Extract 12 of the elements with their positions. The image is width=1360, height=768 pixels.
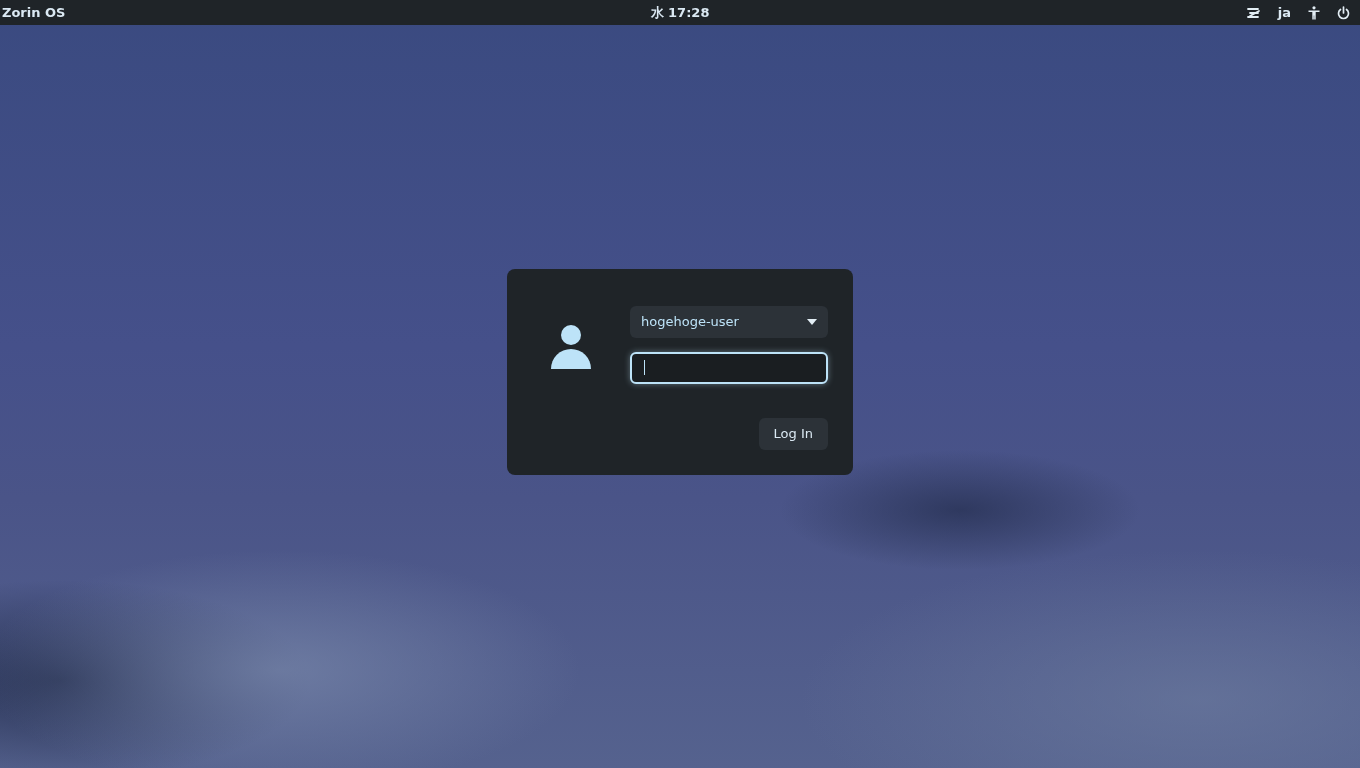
text-cursor [644, 360, 645, 375]
activities-label[interactable]: Zorin OS [0, 5, 66, 20]
accessibility-icon[interactable] [1308, 5, 1320, 20]
log-in-button[interactable]: Log In [758, 417, 828, 450]
clock[interactable]: 水 17:28 [650, 3, 710, 22]
power-icon[interactable] [1337, 5, 1350, 20]
user-avatar-icon [551, 324, 591, 369]
user-dropdown[interactable]: hogehoge-user [630, 305, 828, 338]
network-icon[interactable] [1246, 6, 1261, 19]
password-field[interactable] [630, 351, 828, 384]
dropdown-caret-icon [807, 318, 817, 325]
keyboard-layout-indicator[interactable]: ja [1277, 5, 1291, 20]
